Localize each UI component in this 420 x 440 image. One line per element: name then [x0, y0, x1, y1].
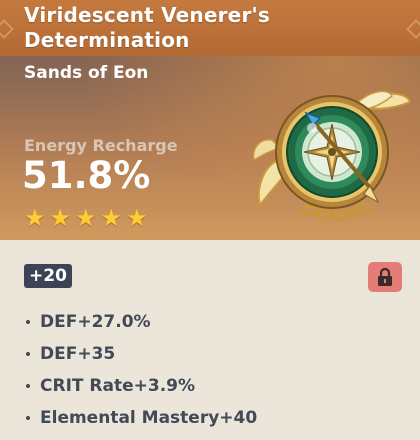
substat-text: CRIT Rate+3.9% — [40, 376, 196, 396]
substat-item: DEF+27.0% — [26, 312, 151, 332]
star-icon: ★ — [75, 204, 97, 232]
artifact-name: Viridescent Venerer's Determination — [24, 3, 270, 52]
title-bar: Viridescent Venerer's Determination — [0, 0, 420, 56]
bullet-icon — [26, 352, 30, 356]
star-icon: ★ — [126, 204, 148, 232]
bullet-icon — [26, 416, 30, 420]
artifact-card: Viridescent Venerer's Determination Sand… — [0, 0, 420, 440]
artifact-slot: Sands of Eon — [24, 63, 149, 83]
bullet-icon — [26, 384, 30, 388]
lock-button[interactable] — [368, 262, 402, 292]
main-stat-value: 51.8% — [22, 154, 151, 197]
star-icon: ★ — [24, 204, 46, 232]
substat-item: CRIT Rate+3.9% — [26, 376, 195, 396]
lock-icon — [378, 267, 392, 286]
viridescent-sands-icon — [252, 90, 410, 222]
substat-item: DEF+35 — [26, 344, 115, 364]
substat-text: DEF+27.0% — [40, 312, 151, 332]
substat-text: Elemental Mastery+40 — [40, 408, 258, 428]
substat-item: Elemental Mastery+40 — [26, 408, 257, 428]
star-icon: ★ — [100, 204, 123, 232]
star-icon: ★ — [49, 204, 72, 232]
main-stat-name: Energy Recharge — [24, 136, 178, 155]
level-badge: +20 — [24, 264, 72, 288]
substat-text: DEF+35 — [40, 344, 116, 364]
bullet-icon — [26, 320, 30, 324]
rarity-stars: ★ ★ ★ ★ ★ — [24, 206, 148, 230]
artifact-header: Viridescent Venerer's Determination Sand… — [0, 0, 420, 240]
ornament-left-icon — [0, 19, 14, 39]
